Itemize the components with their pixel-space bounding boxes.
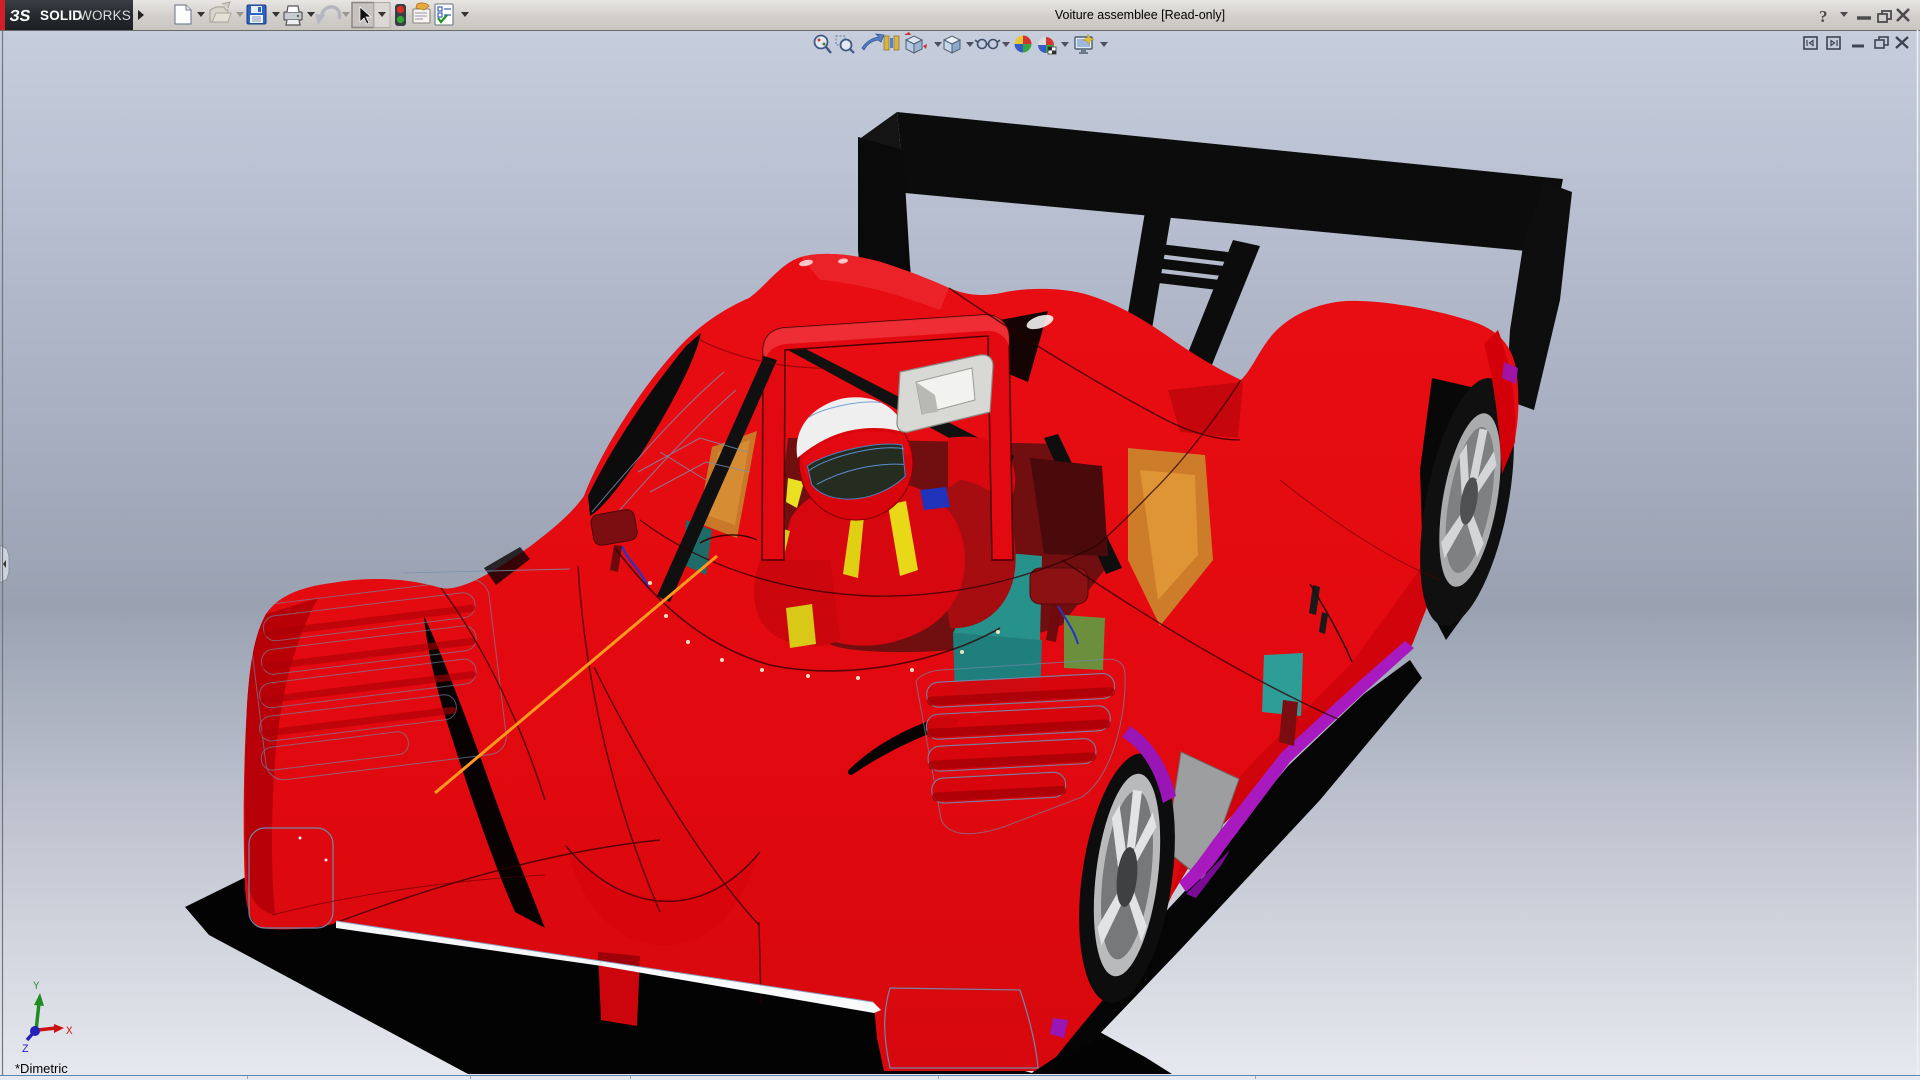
- svg-text:*Dimetric: *Dimetric: [15, 1061, 68, 1076]
- svg-text:Y: Y: [33, 981, 40, 993]
- svg-text:Z: Z: [22, 1044, 29, 1056]
- svg-text:X: X: [66, 1026, 73, 1038]
